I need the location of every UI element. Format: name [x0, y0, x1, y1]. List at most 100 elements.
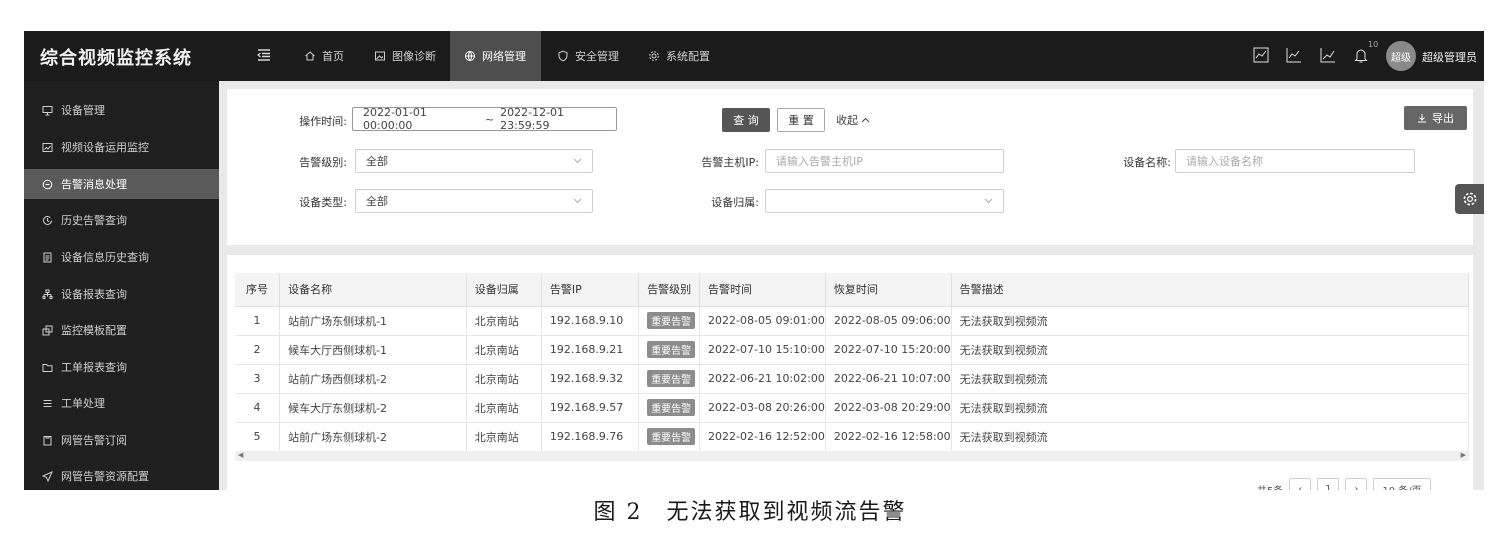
sidebar-item-label: 网管告警订阅 [61, 434, 127, 447]
chevron-up-icon [861, 117, 870, 122]
cell-alarm-description: 无法获取到视频流 [951, 306, 1470, 336]
tab-network-management[interactable]: 网络管理 [450, 31, 541, 81]
sidebar-item-workorder-process[interactable]: 工单处理 [24, 388, 219, 418]
device-name-input[interactable]: 请输入设备名称 [1175, 149, 1415, 173]
alarm-level-label: 告警级别: [299, 156, 347, 169]
cell-device-name: 站前广场西侧球机-2 [279, 364, 467, 394]
horizontal-scrollbar[interactable]: ◀ ▶ [235, 451, 1469, 461]
cell-index: 5 [235, 422, 281, 452]
chevron-down-icon [984, 198, 993, 204]
tab-security-management[interactable]: 安全管理 [543, 31, 633, 81]
cell-device-owner: 北京南站 [466, 422, 542, 452]
trend-chart-icon[interactable] [1319, 46, 1337, 64]
cell-index: 3 [235, 364, 281, 394]
query-button[interactable]: 查 询 [722, 108, 770, 132]
next-page-button[interactable]: › [1345, 478, 1368, 490]
pagination: 共5条 ‹ 1 › 10 条/页 [1257, 477, 1431, 490]
cell-alarm-ip: 192.168.9.76 [541, 422, 640, 452]
table-row[interactable]: 4 候车大厅东侧球机-2 北京南站 192.168.9.57 重要告警 2022… [235, 393, 1470, 423]
table-header-row: 序号 设备名称 设备归属 告警IP 告警级别 告警时间 恢复时间 告警描述 [235, 273, 1470, 307]
export-label: 导出 [1432, 112, 1454, 125]
tab-image-diagnosis-label: 图像诊断 [392, 50, 436, 63]
alarm-level-tag: 重要告警 [647, 312, 696, 329]
collapse-toggle[interactable]: 收起 [831, 108, 875, 132]
cell-alarm-ip: 192.168.9.32 [541, 364, 640, 394]
sidebar-item-device-management[interactable]: 设备管理 [24, 95, 219, 125]
page-size-select[interactable]: 10 条/页 [1373, 478, 1431, 490]
table-row[interactable]: 2 候车大厅西侧球机-1 北京南站 192.168.9.21 重要告警 2022… [235, 335, 1470, 365]
alarm-level-tag: 重要告警 [647, 370, 696, 387]
alarm-level-tag: 重要告警 [647, 428, 696, 445]
cell-alarm-time: 2022-03-08 20:26:00 [699, 393, 826, 423]
avatar[interactable]: 超级 [1386, 41, 1416, 71]
cell-alarm-level: 重要告警 [638, 335, 701, 365]
column-header-alarm-description[interactable]: 告警描述 [951, 273, 1470, 307]
device-owner-label: 设备归属: [711, 196, 759, 209]
cell-device-name: 站前广场东侧球机-1 [279, 306, 467, 336]
sidebar-item-label: 工单处理 [61, 397, 105, 410]
tab-home[interactable]: 首页 [290, 31, 358, 81]
sidebar-item-label: 历史告警查询 [61, 214, 127, 227]
device-owner-select[interactable] [765, 189, 1004, 213]
alarm-host-ip-label: 告警主机IP: [701, 156, 759, 169]
column-header-alarm-time[interactable]: 告警时间 [699, 273, 826, 307]
sidebar-item-alarm-message[interactable]: 告警消息处理 [24, 169, 219, 199]
cell-alarm-description: 无法获取到视频流 [951, 422, 1470, 452]
op-time-range-picker[interactable]: 2022-01-01 00:00:00 ~ 2022-12-01 23:59:5… [352, 106, 617, 132]
sidebar-item-label: 监控模板配置 [61, 324, 127, 337]
chart-box-icon [42, 142, 53, 152]
shield-icon [558, 50, 568, 62]
alarm-level-select[interactable]: 全部 [355, 149, 593, 173]
notification-badge: 10 [1368, 40, 1379, 49]
tab-image-diagnosis[interactable]: 图像诊断 [360, 31, 450, 81]
menu-collapse-icon[interactable] [256, 47, 272, 63]
cell-device-owner: 北京南站 [466, 306, 542, 336]
line-chart-icon[interactable] [1285, 46, 1303, 64]
column-header-alarm-level[interactable]: 告警级别 [638, 273, 701, 307]
user-name[interactable]: 超级管理员 [1422, 49, 1477, 65]
table-row[interactable]: 1 站前广场东侧球机-1 北京南站 192.168.9.10 重要告警 2022… [235, 306, 1470, 336]
prev-page-button[interactable]: ‹ [1289, 478, 1312, 490]
op-time-separator: ~ [484, 112, 495, 126]
column-header-device-owner[interactable]: 设备归属 [466, 273, 542, 307]
export-button[interactable]: 导出 [1404, 106, 1467, 130]
column-header-index[interactable]: 序号 [235, 273, 281, 307]
sidebar-item-label: 设备管理 [61, 104, 105, 117]
sidebar-item-workorder-report[interactable]: 工单报表查询 [24, 352, 219, 382]
alarm-level-tag: 重要告警 [647, 399, 696, 416]
sidebar-item-alarm-resource-config[interactable]: 网管告警资源配置 [24, 461, 219, 490]
tab-security-management-label: 安全管理 [575, 50, 619, 63]
message-icon [42, 179, 53, 189]
sidebar-item-history-alarm[interactable]: 历史告警查询 [24, 205, 219, 235]
column-header-alarm-ip[interactable]: 告警IP [541, 273, 640, 307]
sidebar-item-monitor-template[interactable]: 监控模板配置 [24, 315, 219, 345]
device-type-select[interactable]: 全部 [355, 189, 593, 213]
scroll-right-icon[interactable]: ▶ [1461, 451, 1466, 459]
settings-fab[interactable] [1455, 184, 1484, 214]
tab-system-config[interactable]: 系统配置 [634, 31, 724, 81]
chart-box-icon[interactable] [1252, 46, 1270, 64]
alarm-host-ip-input[interactable]: 请输入告警主机IP [765, 149, 1004, 173]
table-panel: 序号 设备名称 设备归属 告警IP 告警级别 告警时间 恢复时间 告警描述 1 … [227, 255, 1473, 490]
chevron-down-icon [573, 158, 582, 164]
column-header-device-name[interactable]: 设备名称 [279, 273, 467, 307]
sidebar-item-alarm-subscription[interactable]: 网管告警订阅 [24, 425, 219, 455]
sidebar-item-video-usage-monitor[interactable]: 视频设备运用监控 [24, 132, 219, 162]
device-type-label: 设备类型: [299, 196, 347, 209]
sidebar-item-device-info-history[interactable]: 设备信息历史查询 [24, 242, 219, 272]
globe-icon [465, 51, 475, 61]
cell-index: 1 [235, 306, 281, 336]
alarm-table: 序号 设备名称 设备归属 告警IP 告警级别 告警时间 恢复时间 告警描述 1 … [235, 273, 1470, 452]
page-number[interactable]: 1 [1317, 478, 1340, 490]
cell-recover-time: 2022-06-21 10:07:00 [825, 364, 952, 394]
scroll-left-icon[interactable]: ◀ [238, 451, 243, 459]
table-row[interactable]: 3 站前广场西侧球机-2 北京南站 192.168.9.32 重要告警 2022… [235, 364, 1470, 394]
reset-button[interactable]: 重 置 [777, 108, 825, 132]
table-row[interactable]: 5 站前广场东侧球机-2 北京南站 192.168.9.76 重要告警 2022… [235, 422, 1470, 452]
cell-alarm-description: 无法获取到视频流 [951, 335, 1470, 365]
sidebar-item-label: 工单报表查询 [61, 361, 127, 374]
cell-alarm-level: 重要告警 [638, 306, 701, 336]
column-header-recover-time[interactable]: 恢复时间 [825, 273, 952, 307]
home-icon [305, 51, 315, 61]
sidebar-item-device-report[interactable]: 设备报表查询 [24, 279, 219, 309]
